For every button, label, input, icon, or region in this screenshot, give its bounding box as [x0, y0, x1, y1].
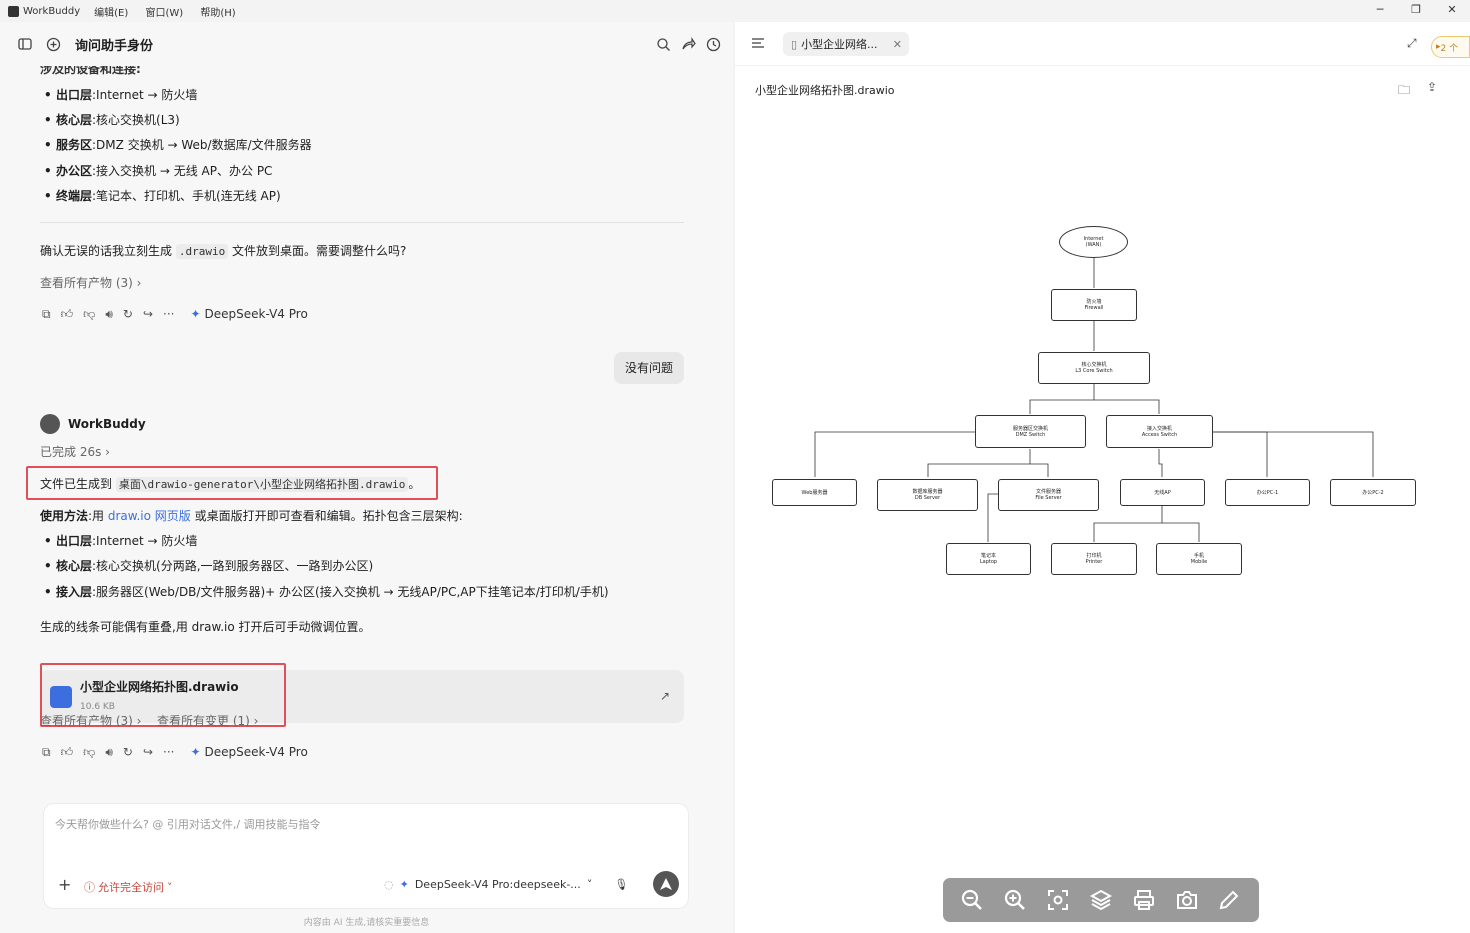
layers-icon[interactable] — [1087, 886, 1115, 914]
warning-icon: ⓘ — [84, 881, 95, 894]
chat-title: 询问助手身份 — [75, 38, 154, 54]
divider — [40, 222, 684, 223]
node-core-switch[interactable]: 核心交换机 L3 Core Switch — [1038, 352, 1150, 384]
share-icon[interactable]: ↪ — [143, 306, 153, 322]
ai-disclaimer: 内容由 AI 生成,请核实重要信息 — [303, 918, 430, 928]
thumbs-up-icon[interactable]: 👍︎ — [61, 306, 74, 322]
diagram-toolbar — [943, 878, 1259, 922]
node-web-server[interactable]: Web服务器 — [772, 479, 857, 506]
layer-item: 核心层:核心交换机(L3) — [44, 112, 180, 128]
menu-edit[interactable]: 编辑(E) — [94, 8, 128, 19]
send-button[interactable] — [653, 871, 679, 897]
mic-icon[interactable]: 🎙︎ — [614, 878, 628, 891]
layer-item: 接入层:服务器区(Web/DB/文件服务器)+ 办公区(接入交换机 → 无线AP… — [44, 584, 609, 600]
fit-view-icon[interactable] — [1044, 886, 1072, 914]
saved-text: 文件已生成到 桌面\drawio-generator\小型企业网络拓扑图.dra… — [40, 477, 421, 492]
app-logo-icon — [8, 5, 19, 17]
search-icon[interactable] — [656, 37, 671, 52]
open-external-icon[interactable]: ↗ — [660, 688, 670, 704]
layer-item: 办公区:接入交换机 → 无线 AP、办公 PC — [44, 163, 272, 179]
menu-bar: 编辑(E) 窗口(W) 帮助(H) — [80, 4, 236, 19]
more-icon[interactable]: ··· — [163, 306, 174, 322]
node-access-switch[interactable]: 接入交换机 Access Switch — [1106, 415, 1213, 448]
menu-help[interactable]: 帮助(H) — [200, 8, 235, 19]
menu-window[interactable]: 窗口(W) — [145, 8, 183, 19]
share-icon[interactable]: ↪ — [143, 744, 153, 760]
camera-icon[interactable] — [1173, 886, 1201, 914]
thumbs-down-icon[interactable]: 👎︎ — [83, 306, 95, 322]
node-dmz-switch[interactable]: 服务器区交换机 DMZ Switch — [975, 415, 1086, 448]
model-label: ✦ DeepSeek-V4 Pro — [190, 307, 308, 321]
app-title: WorkBuddy — [0, 5, 81, 17]
chat-pane: 询问助手身份 涉及的设备和连接: 出口层:Internet → 防火墙 核心层:… — [0, 22, 733, 933]
artifacts-link[interactable]: 查看所有产物 (3) › — [40, 713, 141, 729]
model-logo-icon: ✦ — [399, 878, 409, 891]
copy-icon[interactable]: ⧉ — [42, 306, 51, 322]
zoom-in-icon[interactable] — [1001, 886, 1029, 914]
access-selector[interactable]: ⓘ 允许完全访问 ˅ — [84, 879, 173, 895]
history-icon[interactable] — [706, 37, 721, 52]
refresh-icon[interactable]: ↻ — [123, 306, 133, 322]
layer-item: 核心层:核心交换机(分两路,一路到服务器区、一路到办公区) — [44, 558, 373, 574]
layer-item: 出口层:Internet → 防火墙 — [44, 87, 197, 103]
model-logo-icon: ✦ — [190, 307, 201, 321]
model-selector[interactable]: ◌ ✦ DeepSeek-V4 Pro:deepseek-... ˅ 🎙︎ — [384, 878, 628, 891]
user-message: 没有问题 — [614, 352, 684, 384]
loading-icon: ◌ — [384, 878, 394, 891]
print-icon[interactable] — [1130, 886, 1158, 914]
refresh-icon[interactable]: ↻ — [123, 744, 133, 760]
chat-header: 询问助手身份 — [0, 22, 733, 66]
layer-item: 服务区:DMZ 交换机 → Web/数据库/文件服务器 — [44, 137, 312, 153]
speaker-icon[interactable]: 🔊︎ — [105, 744, 113, 760]
share-icon[interactable] — [681, 36, 696, 52]
message-actions: ⧉ 👍︎ 👎︎ 🔊︎ ↻ ↪ ··· ✦ DeepSeek-V4 Pro — [42, 306, 308, 322]
more-icon[interactable]: ··· — [163, 744, 174, 760]
input-placeholder: 今天帮你做些什么? @ 引用对话文件,/ 调用技能与指令 — [55, 818, 321, 831]
drawio-link[interactable]: draw.io 网页版 — [108, 509, 191, 523]
layer-item: 出口层:Internet → 防火墙 — [44, 533, 197, 549]
minimize-button[interactable]: ─ — [1362, 0, 1398, 22]
maximize-button[interactable]: ❐ — [1398, 0, 1434, 22]
node-internet[interactable]: Internet (WAN) — [1059, 226, 1128, 258]
layer-item: 终端层:笔记本、打印机、手机(连无线 AP) — [44, 188, 281, 204]
avatar — [40, 414, 60, 434]
message-actions: ⧉ 👍︎ 👎︎ 🔊︎ ↻ ↪ ··· ✦ DeepSeek-V4 Pro — [42, 744, 308, 760]
speaker-icon[interactable]: 🔊︎ — [105, 306, 113, 322]
chat-input[interactable]: 今天帮你做些什么? @ 引用对话文件,/ 调用技能与指令 + ⓘ 允许完全访问 ˅… — [44, 804, 688, 908]
node-db-server[interactable]: 数据库服务器 DB Server — [877, 479, 978, 511]
preview-pane: ▯ 小型企业网络... ✕ ⤢ ▸ 2 个 小型企业网络拓扑图.drawio 🗀 ⇪ — [735, 22, 1470, 933]
thumbs-down-icon[interactable]: 👎︎ — [83, 744, 95, 760]
node-firewall[interactable]: 防火墙 Firewall — [1051, 289, 1137, 321]
edit-pencil-icon[interactable] — [1215, 886, 1243, 914]
add-button[interactable]: + — [58, 875, 71, 894]
node-laptop[interactable]: 笔记本 Laptop — [946, 543, 1031, 575]
node-printer[interactable]: 打印机 Printer — [1051, 543, 1137, 575]
node-mobile[interactable]: 手机 Mobile — [1156, 543, 1242, 575]
new-chat-icon[interactable] — [46, 37, 61, 52]
bot-header: WorkBuddy — [40, 414, 146, 434]
message-list: 涉及的设备和连接: 出口层:Internet → 防火墙 核心层:核心交换机(L… — [0, 62, 733, 802]
title-bar: WorkBuddy 编辑(E) 窗口(W) 帮助(H) ─ ❐ ✕ — [0, 0, 1470, 22]
diagram-edges — [814, 258, 1374, 542]
sidebar-toggle-icon[interactable] — [18, 37, 32, 51]
node-office-pc-1[interactable]: 办公PC-1 — [1225, 479, 1310, 506]
thumbs-up-icon[interactable]: 👍︎ — [61, 744, 74, 760]
done-status[interactable]: 已完成 26s › — [40, 444, 110, 460]
model-logo-icon: ✦ — [190, 745, 201, 759]
close-button[interactable]: ✕ — [1434, 0, 1470, 22]
note-text: 生成的线条可能偶有重叠,用 draw.io 打开后可手动微调位置。 — [40, 620, 371, 634]
confirm-text: 确认无误的话我立刻生成 .drawio 文件放到桌面。需要调整什么吗? — [40, 244, 407, 259]
copy-icon[interactable]: ⧉ — [42, 744, 51, 760]
app-name: WorkBuddy — [23, 5, 81, 17]
usage-text: 使用方法:用 draw.io 网页版 或桌面版打开即可查看和编辑。拓扑包含三层架… — [40, 509, 463, 523]
model-label: ✦ DeepSeek-V4 Pro — [190, 745, 308, 759]
artifacts-link[interactable]: 查看所有产物 (3) › — [40, 275, 141, 291]
node-wireless-ap[interactable]: 无线AP — [1120, 479, 1205, 506]
node-office-pc-2[interactable]: 办公PC-2 — [1330, 479, 1416, 506]
zoom-out-icon[interactable] — [958, 886, 986, 914]
changes-link[interactable]: 查看所有变更 (1) › — [157, 713, 258, 729]
node-file-server[interactable]: 文件服务器 File Server — [998, 479, 1099, 511]
